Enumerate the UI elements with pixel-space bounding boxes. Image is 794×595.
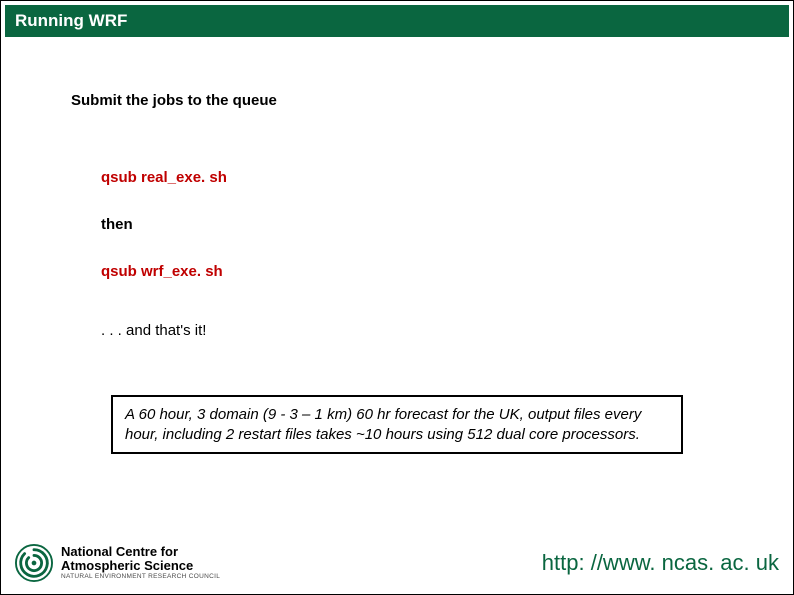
- command-1: qsub real_exe. sh: [101, 169, 723, 186]
- info-box: A 60 hour, 3 domain (9 - 3 – 1 km) 60 hr…: [111, 395, 683, 454]
- slide-title-bar: Running WRF: [5, 5, 789, 37]
- ncas-logo-icon: [15, 544, 53, 582]
- logo-line-2: Atmospheric Science: [61, 559, 220, 573]
- logo-subtext: NATURAL ENVIRONMENT RESEARCH COUNCIL: [61, 574, 220, 581]
- instruction-text: Submit the jobs to the queue: [71, 92, 723, 109]
- logo-group: National Centre for Atmospheric Science …: [15, 544, 220, 582]
- thats-it-text: . . . and that's it!: [71, 322, 723, 339]
- logo-text-block: National Centre for Atmospheric Science …: [61, 545, 220, 581]
- slide-footer: National Centre for Atmospheric Science …: [15, 544, 779, 582]
- command-2: qsub wrf_exe. sh: [101, 263, 723, 280]
- slide-content: Submit the jobs to the queue qsub real_e…: [1, 37, 793, 454]
- footer-url: http: //www. ncas. ac. uk: [542, 550, 779, 576]
- slide-title: Running WRF: [15, 11, 127, 30]
- then-text: then: [101, 216, 723, 233]
- logo-line-1: National Centre for: [61, 545, 220, 559]
- command-block: qsub real_exe. sh then qsub wrf_exe. sh: [71, 169, 723, 280]
